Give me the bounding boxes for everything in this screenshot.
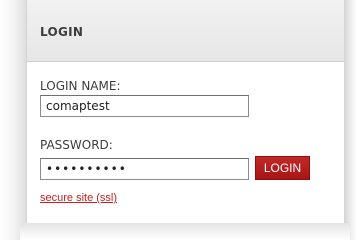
login-button[interactable]: LOGIN [255, 156, 310, 180]
panel-shadow-bottom [20, 223, 350, 240]
login-panel: LOGIN LOGIN NAME: comaptest PASSWORD: ••… [26, 0, 345, 223]
login-name-input[interactable]: comaptest [40, 95, 249, 117]
secure-site-link[interactable]: secure site (ssl) [40, 192, 117, 204]
login-name-label: LOGIN NAME: [40, 79, 121, 93]
panel-shadow-right [345, 0, 357, 240]
panel-title: LOGIN [40, 25, 84, 39]
password-input[interactable]: •••••••••• [40, 158, 249, 180]
panel-header: LOGIN [27, 0, 344, 62]
panel-shadow-left [0, 0, 26, 240]
password-label: PASSWORD: [40, 138, 113, 152]
